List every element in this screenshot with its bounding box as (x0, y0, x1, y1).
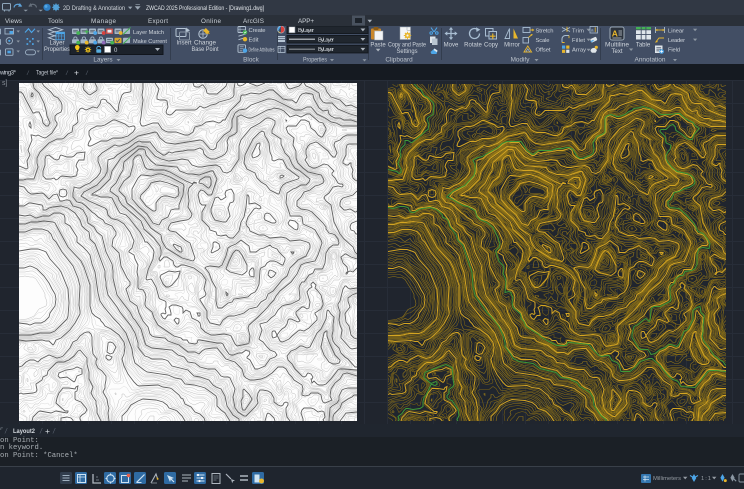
svg-text:Manage: Manage (91, 18, 116, 25)
svg-text:Views: Views (5, 18, 22, 25)
svg-text:Taget file*: Taget file* (36, 70, 58, 77)
svg-text:Field: Field (668, 48, 680, 54)
svg-text:Scale: Scale (536, 38, 550, 44)
svg-text:Fillet: Fillet (572, 38, 585, 44)
svg-text:/: / (39, 429, 43, 436)
svg-text:Modify: Modify (511, 57, 531, 64)
svg-text:⌜: ⌜ (0, 427, 3, 435)
svg-text:Online: Online (201, 18, 221, 25)
svg-text:Export: Export (148, 18, 168, 25)
svg-text:Annotation: Annotation (635, 57, 666, 64)
svg-text:Text: Text (611, 49, 622, 55)
svg-text:Leader: Leader (668, 38, 685, 44)
svg-text:/: / (26, 70, 30, 77)
svg-text:Tools: Tools (48, 18, 63, 25)
svg-text:A: A (612, 29, 618, 39)
svg-text:Linear: Linear (668, 28, 684, 34)
svg-text:Millimeters: Millimeters (653, 476, 681, 482)
svg-text:/: / (52, 429, 56, 436)
svg-text:/: / (65, 70, 69, 77)
svg-text:ZWCAD 2025 Professional Editio: ZWCAD 2025 Professional Edition - [Drawi… (146, 5, 264, 12)
svg-text:+: + (74, 68, 79, 78)
svg-text:ArcGIS: ArcGIS (243, 18, 264, 25)
svg-text:Trim: Trim (572, 28, 584, 34)
svg-text:Offset: Offset (536, 48, 551, 54)
svg-text:Layout2: Layout2 (13, 428, 35, 435)
svg-text:Multiline: Multiline (605, 42, 630, 48)
svg-text:/: / (4, 429, 8, 436)
svg-text:APP+: APP+ (298, 18, 314, 25)
svg-text:a: a (591, 28, 594, 33)
svg-text:Stretch: Stretch (536, 28, 554, 34)
svg-text:1:1: 1:1 (701, 476, 711, 482)
svg-text:2D Drafting & Annotation: 2D Drafting & Annotation (63, 5, 126, 12)
svg-text:Array: Array (572, 48, 586, 54)
svg-text:+: + (45, 426, 50, 436)
svg-text:Table: Table (636, 42, 651, 48)
svg-text:wing3*: wing3* (0, 70, 17, 77)
svg-text:/: / (85, 70, 89, 77)
